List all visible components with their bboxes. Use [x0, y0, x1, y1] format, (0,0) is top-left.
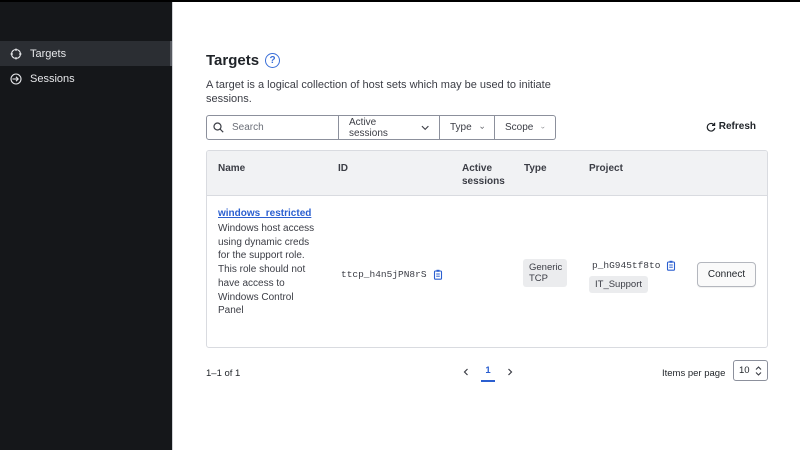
- table-row: windows_restricted Windows host access u…: [207, 151, 767, 347]
- copy-icon[interactable]: [666, 260, 677, 271]
- refresh-label: Refresh: [718, 121, 756, 132]
- chevron-down-icon: [541, 126, 545, 129]
- search-icon: [213, 122, 224, 133]
- project-id-cell: p_hG945tf8to: [592, 260, 677, 271]
- type-dropdown[interactable]: Type: [440, 115, 495, 140]
- chevron-right-icon: [508, 368, 513, 376]
- crosshair-icon: [10, 48, 22, 60]
- page-title: Targets: [206, 52, 260, 69]
- pagination-summary: 1–1 of 1: [206, 368, 241, 379]
- sidebar-item-label: Sessions: [30, 72, 75, 85]
- page-description: A target is a logical collection of host…: [206, 79, 551, 105]
- connect-button[interactable]: Connect: [697, 262, 756, 287]
- chevron-left-icon: [463, 368, 468, 376]
- sidebar: Targets Sessions: [0, 0, 172, 450]
- items-per-page-label: Items per page: [662, 368, 726, 379]
- targets-table: Name ID Active sessions Type Project wind…: [206, 150, 768, 348]
- project-id: p_hG945tf8to: [592, 260, 661, 271]
- copy-icon[interactable]: [433, 269, 444, 280]
- dropdown-label: Type: [450, 122, 472, 133]
- page-number[interactable]: 1: [481, 362, 495, 382]
- chevron-up-down-icon: [755, 365, 762, 376]
- sidebar-item-sessions[interactable]: Sessions: [0, 66, 172, 91]
- type-badge: Generic TCP: [523, 259, 567, 287]
- filter-bar: Active sessions Type Scope: [206, 115, 556, 140]
- search-field: [206, 115, 339, 140]
- refresh-icon: [706, 122, 716, 132]
- target-name-link[interactable]: windows_restricted: [218, 208, 311, 219]
- target-description: Windows host access using dynamic creds …: [218, 223, 315, 317]
- sidebar-item-label: Targets: [30, 47, 67, 60]
- main-content: Targets ? A target is a logical collecti…: [172, 2, 800, 450]
- help-icon[interactable]: ?: [265, 53, 281, 68]
- target-id-cell: ttcp_h4n5jPN8rS: [341, 269, 444, 280]
- refresh-button[interactable]: Refresh: [706, 121, 756, 132]
- search-input[interactable]: [232, 122, 332, 133]
- chevron-down-icon: [421, 125, 429, 131]
- target-id: ttcp_h4n5jPN8rS: [341, 269, 427, 280]
- items-per-page-select[interactable]: 10: [733, 360, 768, 381]
- dropdown-label: Active sessions: [349, 116, 388, 139]
- project-name-badge: IT_Support: [589, 276, 648, 293]
- items-per-page-value: 10: [739, 365, 750, 376]
- previous-page-button[interactable]: [459, 362, 473, 382]
- page-header: Targets ?: [206, 52, 281, 69]
- sign-in-icon: [10, 72, 22, 85]
- chevron-down-icon: [479, 126, 484, 129]
- pagination: 1: [459, 362, 517, 382]
- sidebar-item-targets[interactable]: Targets: [0, 41, 172, 66]
- dropdown-label: Scope: [505, 122, 534, 133]
- active-sessions-dropdown[interactable]: Active sessions: [339, 115, 440, 140]
- scope-dropdown[interactable]: Scope: [495, 115, 556, 140]
- next-page-button[interactable]: [503, 362, 517, 382]
